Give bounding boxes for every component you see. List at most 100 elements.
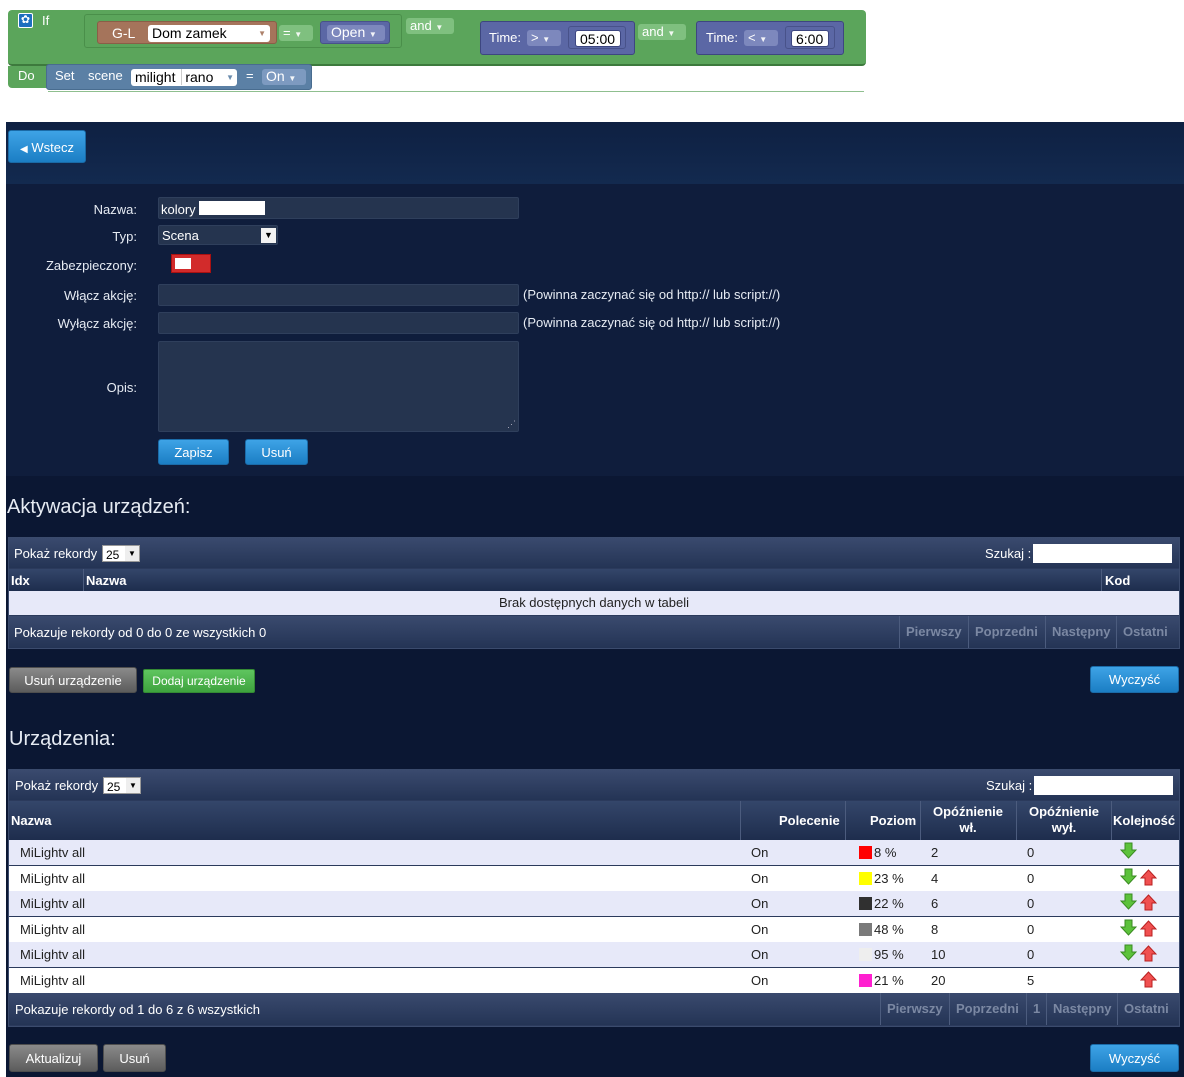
save-button[interactable]: Zapisz (158, 439, 229, 465)
time-value-2[interactable]: 6:00 (791, 30, 829, 47)
move-down-icon[interactable] (1119, 842, 1138, 862)
move-up-icon[interactable] (1139, 919, 1158, 940)
back-button[interactable]: ◀ Wstecz (8, 130, 86, 163)
table-row[interactable]: MiLightv all On 23 % 4 0 (9, 865, 1179, 891)
table-row[interactable]: MiLightv all On 95 % 10 0 (9, 942, 1179, 967)
move-down-icon[interactable] (1119, 868, 1138, 888)
time-op-dropdown-1[interactable]: > ▼ (527, 30, 561, 46)
description-textarea[interactable]: ⋰ (158, 341, 519, 432)
remove-device-button[interactable]: Usuń urządzenie (9, 667, 137, 693)
table-row[interactable]: MiLightv all On 21 % 20 5 (9, 967, 1179, 993)
device-command: On (751, 921, 769, 937)
type-select[interactable]: Scena ▼ (158, 225, 278, 245)
device-name: MiLightv all (20, 921, 86, 937)
move-down-icon[interactable] (1119, 893, 1138, 913)
table-row[interactable]: MiLightv all On 48 % 8 0 (9, 916, 1179, 942)
column-code[interactable]: Kod (1105, 573, 1130, 588)
column-name[interactable]: Nazwa (11, 813, 51, 828)
off-action-hint: (Powinna zaczynać się od http:// lub scr… (523, 315, 781, 330)
pager-page-1[interactable]: 1 (1026, 993, 1046, 1025)
move-up-icon[interactable] (1139, 868, 1158, 889)
move-up-icon[interactable] (1139, 945, 1158, 965)
device-delay-on: 2 (931, 845, 939, 860)
chevron-down-icon: ▼ (759, 35, 768, 44)
pager-first[interactable]: Pierwszy (899, 616, 968, 648)
pager-previous[interactable]: Poprzedni (949, 993, 1025, 1025)
eq-operator-dropdown[interactable]: = ▼ (279, 25, 313, 41)
if-label: If (42, 13, 50, 28)
pager-previous[interactable]: Poprzedni (968, 616, 1044, 648)
chevron-down-icon: ▼ (368, 30, 377, 39)
search-input[interactable] (1034, 776, 1173, 795)
show-records-select[interactable]: 25 ▼ (102, 545, 140, 562)
pager-next[interactable]: Następny (1046, 993, 1118, 1025)
chevron-down-icon: ▼ (261, 228, 276, 243)
device-delay-off: 0 (1027, 845, 1035, 860)
name-input[interactable]: kolory (158, 197, 519, 219)
pager-first[interactable]: Pierwszy (880, 993, 949, 1025)
column-order[interactable]: Kolejność (1113, 813, 1175, 828)
clear-devices-button[interactable]: Wyczyść (1090, 1044, 1179, 1072)
device-name-dropdown[interactable]: Dom zamek ▼ (148, 25, 270, 42)
protected-toggle[interactable] (171, 254, 211, 273)
device-delay-on: 20 (931, 972, 946, 988)
time-label-2: Time: (706, 30, 739, 45)
column-command[interactable]: Polecenie (779, 813, 840, 828)
activation-table-header: Idx Nazwa Kod (9, 569, 1179, 591)
column-delay-off[interactable]: Opóźnienie wył. (1017, 804, 1111, 836)
search-label: Szukaj : (985, 546, 1032, 561)
activation-title: Aktywacja urządzeń: (7, 496, 191, 518)
chevron-down-icon: ▼ (125, 546, 139, 561)
delete-device-button[interactable]: Usuń (103, 1044, 166, 1072)
show-records-select[interactable]: 25 ▼ (103, 777, 141, 794)
on-action-input[interactable] (158, 284, 519, 306)
scene-form: Nazwa: kolory Typ: Scena ▼ Zabezpieczony… (6, 184, 1184, 476)
move-down-icon[interactable] (1119, 944, 1138, 964)
time-op-dropdown-2[interactable]: < ▼ (744, 30, 778, 46)
pager-last[interactable]: Ostatni (1117, 993, 1175, 1025)
color-swatch (859, 948, 872, 961)
blockly-workspace: ✿ If Do G-L Dom zamek ▼ = ▼ Open ▼ and ▼… (0, 0, 1184, 122)
update-button[interactable]: Aktualizuj (9, 1044, 98, 1072)
table-info: Pokazuje rekordy od 0 do 0 ze wszystkich… (14, 625, 267, 640)
devices-title: Urządzenia: (9, 728, 116, 750)
time-value-1[interactable]: 05:00 (575, 30, 621, 47)
activation-table: Pokaż rekordy 25 ▼ Szukaj : Idx Nazwa Ko… (8, 537, 1180, 649)
show-records-label: Pokaż rekordy (15, 778, 99, 793)
search-input[interactable] (1033, 544, 1172, 563)
state-dropdown[interactable]: Open ▼ (327, 25, 385, 41)
device-name: MiLightv all (20, 972, 86, 988)
device-level: 95 % (859, 947, 904, 962)
move-down-icon[interactable] (1119, 919, 1138, 939)
scene-editor-panel: ◀ Wstecz Nazwa: kolory Typ: Scena ▼ Zabe… (6, 122, 1184, 1077)
do-label: Do (18, 68, 35, 83)
device-level: 48 % (859, 922, 904, 937)
add-device-button[interactable]: Dodaj urządzenie (143, 669, 255, 693)
pager-next[interactable]: Następny (1045, 616, 1117, 648)
gear-icon[interactable]: ✿ (18, 13, 33, 28)
device-delay-off: 0 (1027, 947, 1035, 962)
device-name: MiLightv all (20, 870, 86, 886)
off-action-input[interactable] (158, 312, 519, 334)
move-up-icon[interactable] (1139, 894, 1158, 914)
column-idx[interactable]: Idx (11, 573, 30, 588)
resize-handle-icon[interactable]: ⋰ (507, 419, 516, 430)
pager-last[interactable]: Ostatni (1116, 616, 1174, 648)
column-name[interactable]: Nazwa (86, 573, 126, 588)
and-dropdown-2[interactable]: and ▼ (638, 24, 686, 40)
scene-name-dropdown[interactable]: milight rano ▼ (131, 69, 237, 86)
set-value-dropdown[interactable]: On ▼ (262, 69, 306, 85)
device-delay-off: 0 (1027, 896, 1035, 911)
column-delay-on[interactable]: Opóźnienie wł. (921, 804, 1015, 836)
and-dropdown-1[interactable]: and ▼ (406, 18, 454, 34)
device-delay-on: 8 (931, 921, 939, 937)
clear-activation-button[interactable]: Wyczyść (1090, 666, 1179, 693)
device-level: 22 % (859, 896, 904, 911)
column-level[interactable]: Poziom (870, 813, 916, 828)
chevron-down-icon: ▼ (226, 73, 234, 82)
table-row[interactable]: MiLightv all On 8 % 2 0 (9, 840, 1179, 865)
delete-scene-button[interactable]: Usuń (245, 439, 308, 465)
table-row[interactable]: MiLightv all On 22 % 6 0 (9, 891, 1179, 916)
set-eq-label: = (246, 68, 254, 83)
move-up-icon[interactable] (1139, 970, 1158, 991)
